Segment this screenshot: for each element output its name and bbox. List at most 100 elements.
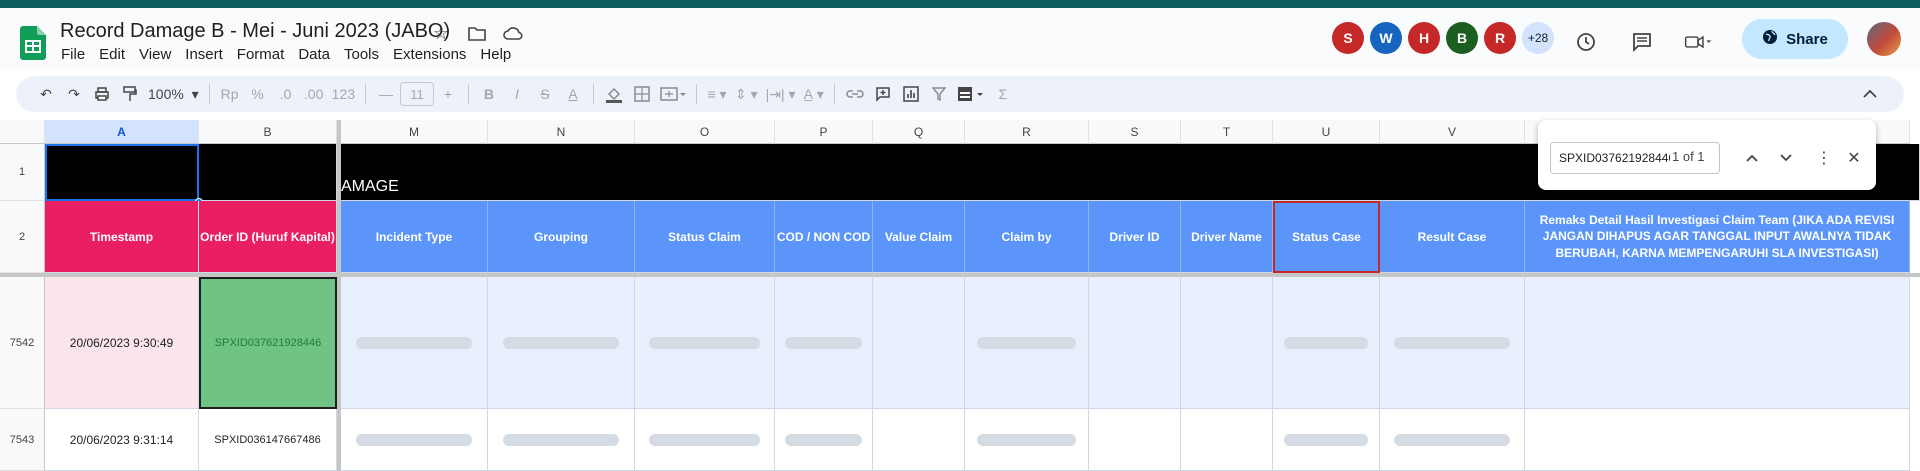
functions-icon[interactable]: Σ <box>989 80 1017 108</box>
select-all-corner[interactable] <box>0 120 45 144</box>
menu-edit[interactable]: Edit <box>99 46 125 63</box>
text-rotation-icon[interactable]: A̲ ▾ <box>800 80 828 108</box>
menu-extensions[interactable]: Extensions <box>393 46 466 63</box>
column-header[interactable]: Q <box>873 120 965 144</box>
close-icon[interactable]: ✕ <box>1840 144 1868 172</box>
table-cell[interactable] <box>965 409 1089 471</box>
header-status-case[interactable]: Status Case <box>1273 201 1380 273</box>
menu-view[interactable]: View <box>139 46 171 63</box>
redo-icon[interactable]: ↷ <box>60 80 88 108</box>
header-incident-type[interactable]: Incident Type <box>341 201 488 273</box>
table-cell[interactable] <box>873 277 965 409</box>
row-header[interactable]: 1 <box>0 144 45 201</box>
header-timestamp[interactable]: Timestamp <box>45 201 199 273</box>
table-cell[interactable] <box>1525 277 1910 409</box>
cloud-status-icon[interactable] <box>502 22 524 44</box>
menu-file[interactable]: File <box>61 46 85 63</box>
print-icon[interactable] <box>88 80 116 108</box>
column-header[interactable]: U <box>1273 120 1380 144</box>
table-cell[interactable] <box>341 409 488 471</box>
table-cell[interactable] <box>1089 409 1181 471</box>
filter-icon[interactable] <box>925 80 953 108</box>
header-status-claim[interactable]: Status Claim <box>635 201 775 273</box>
undo-icon[interactable]: ↶ <box>32 80 60 108</box>
table-cell[interactable] <box>635 409 775 471</box>
collaborator-avatar[interactable]: W <box>1370 22 1402 54</box>
cell-timestamp[interactable]: 20/06/2023 9:31:14 <box>45 409 199 471</box>
cell-order-id-found[interactable]: SPXID037621928446 <box>199 277 337 409</box>
row-header[interactable]: 7542 <box>0 277 45 409</box>
more-options-icon[interactable]: ⋮ <box>1810 144 1838 172</box>
column-header[interactable]: O <box>635 120 775 144</box>
collaborator-avatar[interactable]: R <box>1484 22 1516 54</box>
collaborator-avatar[interactable]: B <box>1446 22 1478 54</box>
table-cell[interactable] <box>1380 409 1525 471</box>
share-button[interactable]: Share <box>1742 19 1848 59</box>
collaborator-avatar[interactable]: H <box>1408 22 1440 54</box>
table-cell[interactable] <box>341 277 488 409</box>
cell-timestamp[interactable]: 20/06/2023 9:30:49 <box>45 277 199 409</box>
header-cod[interactable]: COD / NON COD <box>775 201 873 273</box>
header-driver-name[interactable]: Driver Name <box>1181 201 1273 273</box>
text-wrapping-icon[interactable]: |⇥| ▾ <box>762 80 800 108</box>
currency-format-button[interactable]: Rp <box>216 80 244 108</box>
filter-views-icon[interactable] <box>953 80 989 108</box>
header-value-claim[interactable]: Value Claim <box>873 201 965 273</box>
percent-format-button[interactable]: % <box>244 80 272 108</box>
table-cell[interactable] <box>1380 277 1525 409</box>
table-cell[interactable] <box>488 409 635 471</box>
table-cell[interactable] <box>965 277 1089 409</box>
table-cell[interactable] <box>1181 409 1273 471</box>
increase-decimal-button[interactable]: .00 <box>300 80 328 108</box>
more-formats-button[interactable]: 123 <box>328 80 359 108</box>
column-header[interactable]: N <box>488 120 635 144</box>
menu-data[interactable]: Data <box>298 46 330 63</box>
table-cell[interactable] <box>1273 277 1380 409</box>
bold-button[interactable]: B <box>475 80 503 108</box>
font-size-decrease-icon[interactable]: — <box>372 80 400 108</box>
account-avatar[interactable] <box>1867 22 1901 56</box>
column-header[interactable]: S <box>1089 120 1181 144</box>
menu-tools[interactable]: Tools <box>344 46 379 63</box>
header-remaks[interactable]: Remaks Detail Hasil Investigasi Claim Te… <box>1525 201 1910 273</box>
row-header[interactable]: 2 <box>0 201 45 273</box>
column-header[interactable]: R <box>965 120 1089 144</box>
table-cell[interactable] <box>635 277 775 409</box>
fill-color-icon[interactable] <box>600 80 628 108</box>
font-size-increase-icon[interactable]: + <box>434 80 462 108</box>
column-header[interactable]: M <box>341 120 488 144</box>
more-collaborators-badge[interactable]: +28 <box>1522 22 1554 54</box>
insert-comment-icon[interactable] <box>869 80 897 108</box>
table-cell[interactable] <box>1089 277 1181 409</box>
column-header[interactable]: V <box>1380 120 1525 144</box>
merge-cells-icon[interactable] <box>656 80 690 108</box>
column-header[interactable]: T <box>1181 120 1273 144</box>
strikethrough-button[interactable]: S <box>531 80 559 108</box>
row-header[interactable]: 7543 <box>0 409 45 471</box>
horizontal-align-icon[interactable]: ≡ ▾ <box>703 80 731 108</box>
table-cell[interactable] <box>1273 409 1380 471</box>
text-color-button[interactable]: A <box>559 80 587 108</box>
header-order-id[interactable]: Order ID (Huruf Kapital) <box>199 201 337 273</box>
cell-order-id[interactable]: SPXID036147667486 <box>199 409 337 471</box>
header-result-case[interactable]: Result Case <box>1380 201 1525 273</box>
table-cell[interactable] <box>488 277 635 409</box>
cell-b1[interactable] <box>199 144 337 201</box>
paint-format-icon[interactable] <box>116 80 144 108</box>
comments-icon[interactable] <box>1628 28 1656 56</box>
table-cell[interactable] <box>775 409 873 471</box>
decrease-decimal-button[interactable]: .0 <box>272 80 300 108</box>
header-grouping[interactable]: Grouping <box>488 201 635 273</box>
italic-button[interactable]: I <box>503 80 531 108</box>
move-folder-icon[interactable] <box>466 22 488 44</box>
header-claim-by[interactable]: Claim by <box>965 201 1089 273</box>
version-history-icon[interactable] <box>1572 28 1600 56</box>
table-cell[interactable] <box>873 409 965 471</box>
header-driver-id[interactable]: Driver ID <box>1089 201 1181 273</box>
previous-match-icon[interactable] <box>1738 144 1766 172</box>
insert-link-icon[interactable] <box>841 80 869 108</box>
table-cell[interactable] <box>1181 277 1273 409</box>
table-cell[interactable] <box>775 277 873 409</box>
meet-video-icon[interactable] <box>1684 28 1712 56</box>
next-match-icon[interactable] <box>1772 144 1800 172</box>
